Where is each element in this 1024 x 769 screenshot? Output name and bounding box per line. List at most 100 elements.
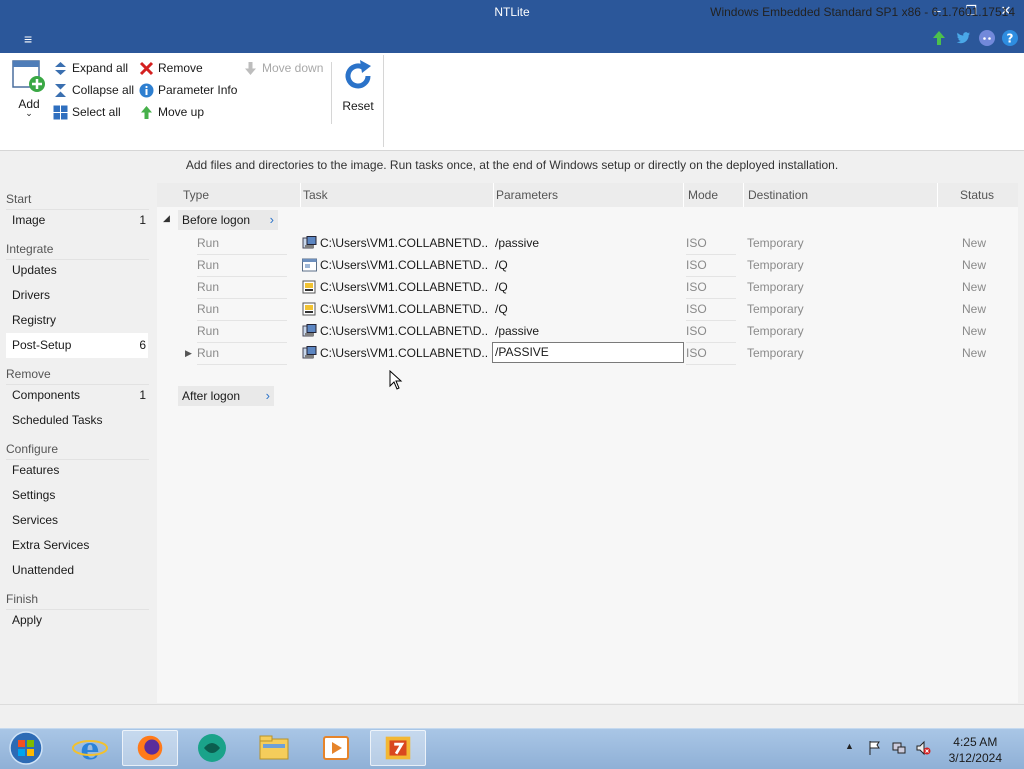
remove-button[interactable]: Remove (139, 58, 203, 78)
sidebar-heading-finish: Finish (6, 592, 39, 606)
table-row[interactable]: Run C:\Users\VM1.COLLABNET\D... /passive IS… (157, 232, 1018, 255)
chevron-right-icon: › (265, 388, 270, 403)
expand-triangle-icon[interactable]: ▶ (185, 342, 192, 364)
task-parameters: /Q (495, 258, 508, 272)
expand-all-label: Expand all (72, 61, 129, 75)
sidebar-item-components[interactable]: Components 1 (6, 383, 148, 408)
task-type: Run (197, 342, 287, 365)
media-player-icon[interactable] (308, 730, 364, 766)
reset-button[interactable]: Reset (340, 59, 376, 113)
column-header-destination[interactable]: Destination (742, 183, 938, 207)
move-up-button[interactable]: Move up (139, 102, 204, 122)
reset-label: Reset (342, 99, 374, 113)
column-header-task[interactable]: Task (297, 183, 494, 207)
sidebar-item-extra-services[interactable]: Extra Services (6, 533, 148, 558)
start-orb-icon[interactable] (4, 730, 48, 766)
sidebar-item-label: Unattended (12, 563, 75, 577)
status-bar (0, 704, 1024, 729)
action-center-flag-icon[interactable] (867, 740, 883, 756)
sidebar-item-unattended[interactable]: Unattended (6, 558, 148, 583)
internet-explorer-icon[interactable]: e (62, 730, 118, 766)
clock-time: 4:25 AM (953, 735, 998, 749)
task-mode: ISO (686, 232, 736, 255)
chevron-down-icon: ⌄ (25, 108, 33, 118)
expand-all-button[interactable]: Expand all (53, 58, 128, 78)
table-row[interactable]: ▶ Run C:\Users\VM1.COLLABNET\D... /PASSIVE I… (157, 342, 1018, 365)
move-down-button[interactable]: Move down (243, 58, 323, 78)
window-file-icon (302, 258, 317, 272)
sidebar-item-apply[interactable]: Apply (6, 608, 148, 633)
group-after-logon[interactable]: After logon › (178, 386, 274, 406)
task-path: C:\Users\VM1.COLLABNET\D... (320, 324, 487, 338)
sidebar-item-label: Services (12, 513, 59, 527)
installer-file-icon (302, 346, 317, 359)
sidebar-heading-integrate: Integrate (6, 242, 54, 256)
select-all-button[interactable]: Select all (53, 102, 121, 122)
table-row[interactable]: Run C:\Users\VM1.COLLABNET\D... /Q ISO Tempo… (157, 298, 1018, 321)
sidebar-heading-configure: Configure (6, 442, 59, 456)
sidebar-item-updates[interactable]: Updates (6, 258, 148, 283)
volume-muted-icon[interactable] (915, 740, 931, 756)
collapse-icon (55, 83, 66, 97)
table-row[interactable]: Run C:\Users\VM1.COLLABNET\D... /Q ISO Tempo… (157, 276, 1018, 299)
update-arrow-icon[interactable] (930, 29, 948, 47)
discord-icon[interactable] (978, 29, 996, 47)
task-path: C:\Users\VM1.COLLABNET\D... (320, 346, 487, 360)
sidebar-item-features[interactable]: Features (6, 458, 148, 483)
taskbar-clock[interactable]: 4:25 AM 3/12/2024 (949, 734, 1002, 766)
firefox-icon[interactable] (122, 730, 178, 766)
task-destination: Temporary (747, 346, 804, 360)
task-status: New (962, 346, 987, 360)
tray-expand-icon[interactable]: ▲ (845, 741, 854, 751)
collapse-all-label: Collapse all (72, 83, 135, 97)
task-mode: ISO (686, 320, 736, 343)
sidebar-item-label: Registry (12, 313, 57, 327)
table-row[interactable]: Run C:\Users\VM1.COLLABNET\D... /Q ISO Tempo… (157, 254, 1018, 277)
group-before-logon[interactable]: Before logon › (178, 210, 278, 230)
add-button[interactable]: Add ⌄ (10, 59, 48, 123)
task-status: New (962, 258, 987, 272)
sidebar-item-drivers[interactable]: Drivers (6, 283, 148, 308)
collapse-triangle-icon[interactable]: ◢ (163, 213, 170, 224)
ribbon-separator (383, 55, 384, 147)
task-parameters: /Q (495, 302, 508, 316)
chat-app-icon[interactable] (184, 730, 240, 766)
column-header-parameters[interactable]: Parameters (490, 183, 684, 207)
task-status: New (962, 324, 987, 338)
collapse-all-button[interactable]: Collapse all (53, 80, 134, 100)
column-header-type[interactable]: Type (177, 183, 301, 207)
hamburger-menu-icon[interactable]: ≡ (24, 31, 32, 47)
sidebar-item-registry[interactable]: Registry (6, 308, 148, 333)
twitter-icon[interactable] (954, 29, 972, 47)
task-destination: Temporary (747, 302, 804, 316)
parameter-info-button[interactable]: Parameter Info (139, 80, 237, 100)
move-up-label: Move up (158, 105, 205, 119)
help-icon[interactable]: ? (1001, 29, 1019, 47)
select-all-icon (53, 105, 68, 119)
table-row[interactable]: Run C:\Users\VM1.COLLABNET\D... /passive IS… (157, 320, 1018, 343)
file-explorer-icon[interactable] (246, 730, 302, 766)
task-parameters: /passive (495, 236, 540, 250)
sidebar-item-image[interactable]: Image 1 (6, 208, 148, 233)
parameter-info-label: Parameter Info (158, 83, 238, 97)
column-header-status[interactable]: Status (938, 183, 1018, 207)
sidebar-item-services[interactable]: Services (6, 508, 148, 533)
task-mode: ISO (686, 298, 736, 321)
arrow-up-icon (141, 105, 152, 119)
remove-x-icon (139, 61, 154, 75)
ntlite-icon[interactable] (370, 730, 426, 766)
installer-file-icon (302, 302, 316, 316)
sidebar-item-post-setup[interactable]: Post-Setup 6 (6, 333, 148, 358)
parameters-edit-field[interactable]: /PASSIVE (492, 342, 684, 363)
expand-icon (55, 61, 66, 75)
arrow-down-icon (245, 61, 256, 75)
network-icon[interactable] (891, 740, 907, 756)
task-type: Run (197, 320, 287, 343)
column-header-mode[interactable]: Mode (682, 183, 744, 207)
sidebar-item-scheduled-tasks[interactable]: Scheduled Tasks (6, 408, 148, 433)
task-type: Run (197, 232, 287, 255)
task-path: C:\Users\VM1.COLLABNET\D... (320, 280, 487, 294)
sidebar-item-settings[interactable]: Settings (6, 483, 148, 508)
installer-file-icon (302, 324, 317, 337)
task-mode: ISO (686, 342, 736, 365)
